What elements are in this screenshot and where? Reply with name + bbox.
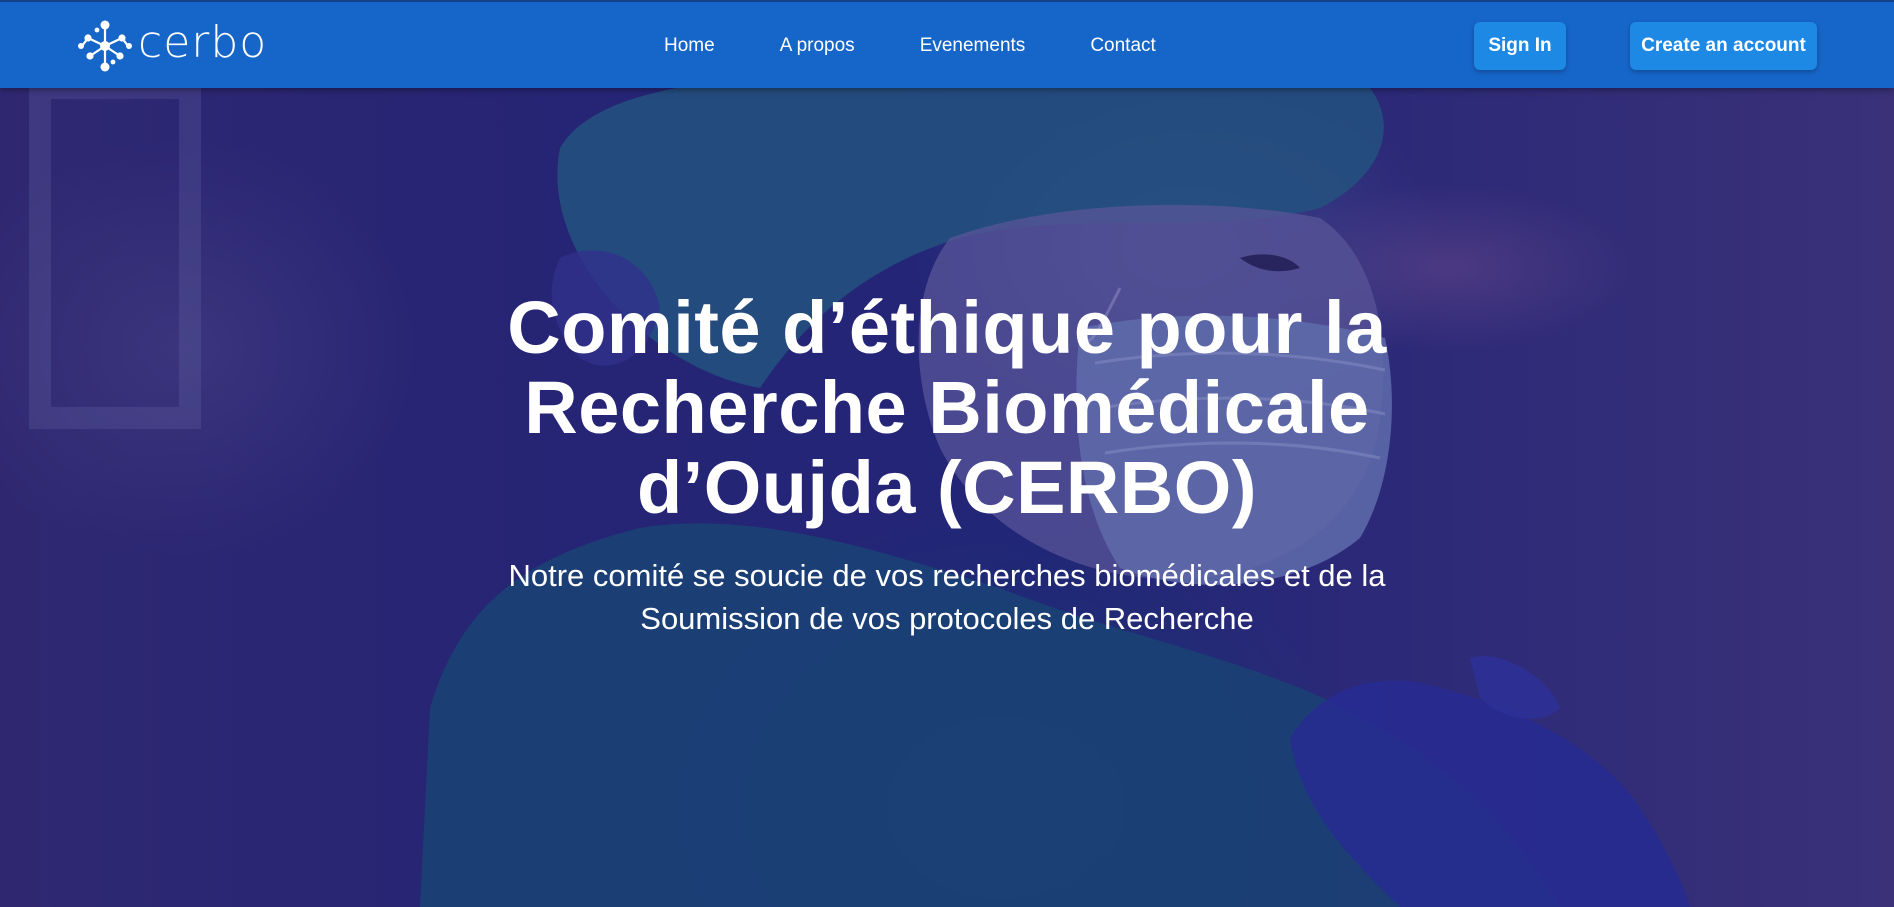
brand-name: cerbo: [138, 17, 268, 68]
main-nav: Home A propos Evenements Contact: [664, 2, 1221, 90]
hero-subtitle: Notre comité se soucie de vos recherches…: [508, 558, 1386, 636]
create-account-button[interactable]: Create an account: [1630, 22, 1817, 70]
hero-content: Comité d’éthique pour la Recherche Biomé…: [0, 288, 1894, 640]
hero-section: Comité d’éthique pour la Recherche Biomé…: [0, 88, 1894, 907]
brand-logo[interactable]: cerbo: [76, 18, 267, 74]
nav-link-contact[interactable]: Contact: [1090, 35, 1155, 57]
sign-in-button[interactable]: Sign In: [1474, 22, 1566, 70]
molecule-network-icon: [78, 20, 132, 72]
top-navbar: cerbo Home A propos Evenements Contact S…: [0, 0, 1894, 88]
hero-title: Comité d’éthique pour la Recherche Biomé…: [507, 286, 1387, 529]
nav-link-evenements[interactable]: Evenements: [920, 35, 1026, 57]
nav-link-home[interactable]: Home: [664, 35, 715, 57]
nav-link-a-propos[interactable]: A propos: [780, 35, 855, 57]
